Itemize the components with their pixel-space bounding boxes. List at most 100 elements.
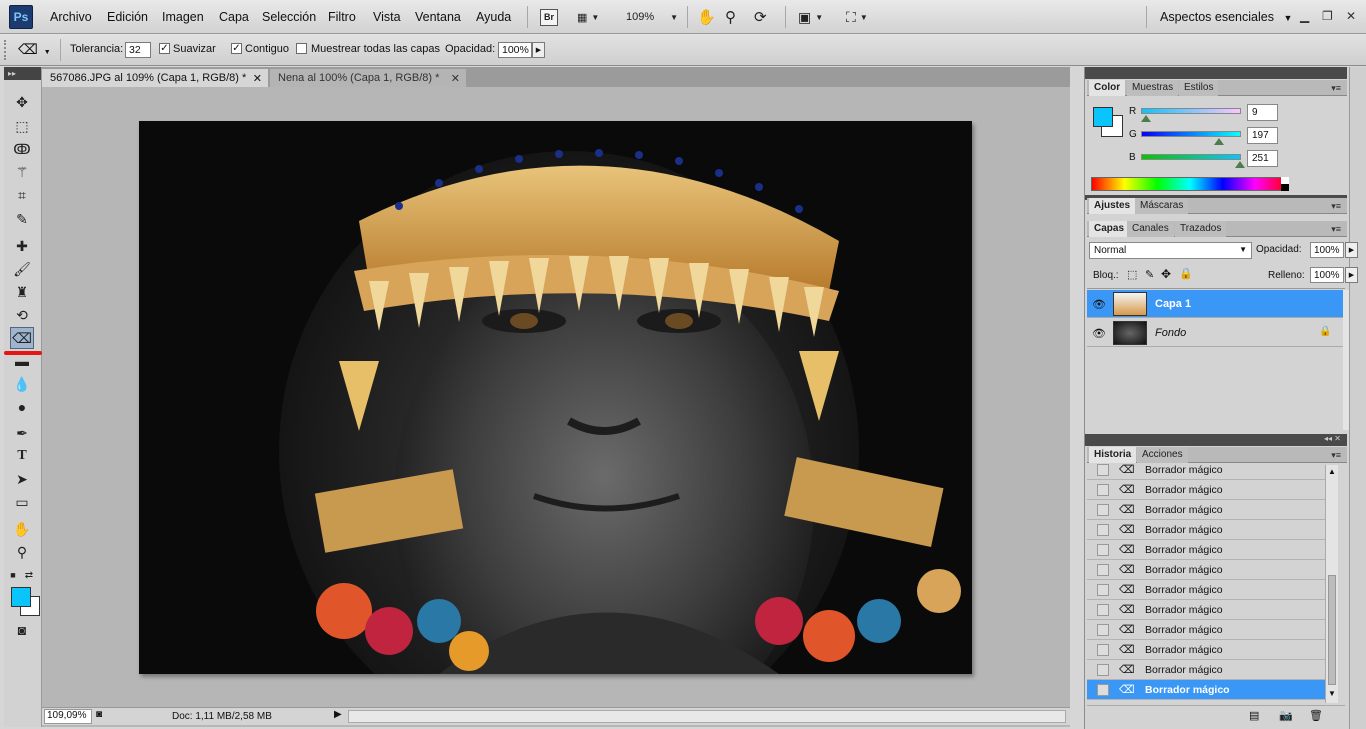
- quick-mask-button[interactable]: ◙: [10, 619, 34, 641]
- rotate-view-button[interactable]: ⟳: [754, 7, 767, 27]
- grip-handle[interactable]: [4, 40, 10, 60]
- color-ramp-white[interactable]: [1281, 177, 1289, 184]
- pen-tool[interactable]: ✒: [10, 422, 34, 444]
- hand-tool-button[interactable]: ✋: [697, 7, 716, 27]
- lock-transparent-icon[interactable]: ⬚: [1127, 268, 1137, 281]
- g-slider[interactable]: [1141, 131, 1241, 137]
- b-slider-thumb[interactable]: [1235, 161, 1245, 168]
- contiguous-checkbox[interactable]: ✓: [231, 43, 242, 54]
- history-panel-header[interactable]: ◂◂ ✕: [1085, 434, 1347, 446]
- default-colors-button[interactable]: ■: [6, 564, 20, 586]
- r-value-input[interactable]: 9: [1247, 104, 1278, 121]
- history-state-row[interactable]: ⌫ Borrador mágico: [1087, 680, 1325, 700]
- panel-menu-icon[interactable]: ▾≡: [1331, 450, 1341, 461]
- dodge-tool[interactable]: ●: [10, 396, 34, 418]
- tab-estilos[interactable]: Estilos: [1179, 80, 1219, 96]
- color-ramp-black[interactable]: [1281, 184, 1289, 191]
- shape-tool[interactable]: ▭: [10, 491, 34, 513]
- trash-icon[interactable]: 🗑: [1309, 709, 1323, 722]
- history-state-row[interactable]: ⌫ Borrador mágico: [1087, 500, 1325, 520]
- layers-scrollbar[interactable]: [1343, 290, 1349, 430]
- history-scrollbar[interactable]: ▲ ▼: [1325, 465, 1338, 703]
- hand-tool[interactable]: ✋: [10, 518, 34, 540]
- g-value-input[interactable]: 197: [1247, 127, 1278, 144]
- history-state-row[interactable]: ⌫ Borrador mágico: [1087, 520, 1325, 540]
- r-slider[interactable]: [1141, 108, 1241, 114]
- menu-ayuda[interactable]: Ayuda: [476, 10, 511, 24]
- history-state-row[interactable]: ⌫ Borrador mágico: [1087, 480, 1325, 500]
- new-document-from-state-icon[interactable]: ▤: [1249, 709, 1259, 722]
- history-source-checkbox[interactable]: [1097, 584, 1109, 596]
- history-state-row[interactable]: ⌫ Borrador mágico: [1087, 580, 1325, 600]
- history-source-checkbox[interactable]: [1097, 484, 1109, 496]
- history-source-checkbox[interactable]: [1097, 664, 1109, 676]
- menu-edicion[interactable]: Edición: [107, 10, 148, 24]
- panel-menu-icon[interactable]: ▾≡: [1331, 224, 1341, 235]
- tab-muestras[interactable]: Muestras: [1127, 80, 1179, 96]
- type-tool[interactable]: T: [10, 445, 34, 467]
- menu-seleccion[interactable]: Selección: [262, 10, 316, 24]
- panel-menu-icon[interactable]: ▾≡: [1331, 201, 1341, 212]
- scroll-thumb[interactable]: [1328, 575, 1336, 685]
- panel-group-header[interactable]: [1085, 67, 1347, 79]
- close-icon[interactable]: ✕: [253, 72, 262, 85]
- tab-document-2[interactable]: Nena al 100% (Capa 1, RGB/8) * ✕: [270, 69, 466, 87]
- layer-row-fondo[interactable]: 👁 Fondo 🔒: [1087, 319, 1345, 347]
- b-value-input[interactable]: 251: [1247, 150, 1278, 167]
- layer-opacity-slider-toggle[interactable]: ▶: [1345, 242, 1358, 258]
- scroll-down-icon[interactable]: ▼: [1328, 689, 1336, 698]
- history-state-row[interactable]: ⌫ Borrador mágico: [1087, 640, 1325, 660]
- r-slider-thumb[interactable]: [1141, 115, 1151, 122]
- lock-position-icon[interactable]: ✥: [1161, 267, 1171, 281]
- menu-capa[interactable]: Capa: [219, 10, 249, 24]
- close-icon[interactable]: ✕: [1346, 9, 1356, 23]
- tab-canales[interactable]: Canales: [1127, 221, 1174, 237]
- opacity-input[interactable]: 100%: [498, 42, 532, 58]
- history-source-checkbox[interactable]: [1097, 464, 1109, 476]
- zoom-percent-field[interactable]: 109,09%: [44, 709, 92, 724]
- tab-mascaras[interactable]: Máscaras: [1135, 198, 1189, 214]
- healing-brush-tool[interactable]: ✚: [10, 235, 34, 257]
- history-state-row[interactable]: ⌫ Borrador mágico: [1087, 540, 1325, 560]
- restore-icon[interactable]: ❐: [1322, 9, 1333, 23]
- crop-tool[interactable]: ⌗: [10, 184, 34, 206]
- history-state-row[interactable]: ⌫ Borrador mágico: [1087, 600, 1325, 620]
- horizontal-scrollbar[interactable]: [348, 710, 1066, 723]
- tools-panel-header[interactable]: ▸▸: [4, 67, 41, 80]
- blend-mode-select[interactable]: Normal ▼: [1089, 242, 1252, 259]
- view-extras-button[interactable]: ▦ ▼: [577, 7, 599, 27]
- panel-menu-icon[interactable]: ▾≡: [1331, 83, 1341, 94]
- collapse-icon[interactable]: ◂◂ ✕: [1324, 434, 1341, 443]
- swap-colors-button[interactable]: ⇄: [22, 564, 36, 586]
- path-selection-tool[interactable]: ➤: [10, 468, 34, 490]
- tab-trazados[interactable]: Trazados: [1175, 221, 1227, 237]
- history-source-checkbox[interactable]: [1097, 504, 1109, 516]
- lock-all-icon[interactable]: 🔒: [1179, 267, 1193, 280]
- history-source-checkbox[interactable]: [1097, 564, 1109, 576]
- history-source-checkbox[interactable]: [1097, 644, 1109, 656]
- tolerance-input[interactable]: 32: [125, 42, 151, 58]
- tool-preset-button[interactable]: ⌫ ▼: [18, 41, 51, 58]
- minimize-icon[interactable]: ▁: [1300, 9, 1309, 23]
- menu-filtro[interactable]: Filtro: [328, 10, 356, 24]
- zoom-tool-button[interactable]: ⚲: [725, 7, 736, 27]
- zoom-tool[interactable]: ⚲: [10, 541, 34, 563]
- fill-input[interactable]: 100%: [1310, 267, 1344, 283]
- menu-ventana[interactable]: Ventana: [415, 10, 461, 24]
- scroll-up-icon[interactable]: ▲: [1328, 467, 1336, 476]
- close-icon[interactable]: ✕: [451, 72, 460, 85]
- eyedropper-tool[interactable]: ✎: [10, 208, 34, 230]
- foreground-color-swatch[interactable]: [11, 587, 31, 607]
- history-source-checkbox[interactable]: [1097, 524, 1109, 536]
- b-slider[interactable]: [1141, 154, 1241, 160]
- lock-pixels-icon[interactable]: ✎: [1145, 268, 1154, 281]
- screen-mode-button[interactable]: ⛶ ▼: [846, 7, 868, 27]
- status-menu-icon[interactable]: ◙: [96, 709, 102, 720]
- history-brush-tool[interactable]: ⟲: [10, 304, 34, 326]
- history-state-row[interactable]: ⌫ Borrador mágico: [1087, 460, 1325, 480]
- color-fg-swatch[interactable]: [1093, 107, 1113, 127]
- g-slider-thumb[interactable]: [1214, 138, 1224, 145]
- history-source-checkbox[interactable]: [1097, 604, 1109, 616]
- arrange-documents-button[interactable]: ▣ ▼: [798, 7, 823, 27]
- snapshot-icon[interactable]: 📷: [1279, 709, 1293, 722]
